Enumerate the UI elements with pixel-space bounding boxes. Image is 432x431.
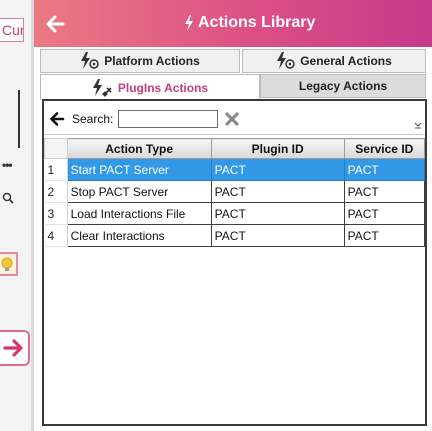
row-number: 3 (44, 202, 68, 225)
cell-action-type[interactable]: Clear Interactions (66, 224, 212, 247)
cell-service-id[interactable]: PACT (343, 224, 426, 247)
table-row[interactable]: 2 Stop PACT Server PACT PACT (44, 180, 426, 203)
lightning-gear-icon (81, 52, 99, 69)
search-toolbar: Search: (44, 101, 425, 135)
actions-library-panel: Actions Library Platform Actions General… (32, 0, 432, 431)
tab-plugins-actions[interactable]: PlugIns Actions (40, 74, 260, 100)
cell-service-id[interactable]: PACT (343, 158, 426, 181)
search-icon[interactable] (2, 192, 16, 206)
more-dots-icon[interactable]: ••• (2, 158, 13, 172)
column-header-action-type[interactable]: Action Type (66, 138, 212, 159)
cell-action-type[interactable]: Start PACT Server (66, 158, 212, 181)
arrow-left-icon[interactable] (49, 111, 65, 127)
background-tab[interactable]: Cur (0, 18, 24, 42)
tab-platform-actions-label: Platform Actions (104, 54, 200, 68)
actions-grid: Action Type Plugin ID Service ID 1 Start… (44, 138, 426, 247)
clear-search-icon[interactable] (224, 111, 240, 127)
table-row[interactable]: 4 Clear Interactions PACT PACT (44, 224, 426, 247)
expand-arrow-button[interactable] (0, 330, 30, 366)
column-header-plugin-id[interactable]: Plugin ID (210, 138, 345, 159)
search-input[interactable] (118, 110, 218, 128)
tab-general-actions[interactable]: General Actions (242, 49, 426, 73)
lightning-gear-icon (277, 52, 295, 69)
collapse-toggle-icon[interactable] (414, 121, 422, 129)
cell-action-type[interactable]: Stop PACT Server (66, 180, 212, 203)
lightbulb-icon[interactable] (0, 252, 18, 276)
cell-action-type[interactable]: Load Interactions File (66, 202, 212, 225)
grid-header-row: Action Type Plugin ID Service ID (44, 138, 426, 159)
actions-content-area: Search: Action Type Plugin ID Service ID… (42, 99, 427, 426)
cell-service-id[interactable]: PACT (343, 180, 426, 203)
column-header-service-id[interactable]: Service ID (343, 138, 426, 159)
search-label: Search: (72, 112, 114, 126)
tab-legacy-actions[interactable]: Legacy Actions (260, 74, 426, 98)
lightning-plug-icon (92, 78, 112, 97)
cell-plugin-id[interactable]: PACT (210, 202, 345, 225)
arrow-left-icon[interactable] (44, 13, 66, 35)
cell-service-id[interactable]: PACT (343, 202, 426, 225)
table-row[interactable]: 3 Load Interactions File PACT PACT (44, 202, 426, 225)
header-bar: Actions Library (34, 0, 432, 47)
panel-title: Actions Library (184, 14, 315, 32)
grid-corner[interactable] (44, 138, 68, 159)
cell-plugin-id[interactable]: PACT (210, 158, 345, 181)
panel-title-text: Actions Library (198, 14, 316, 31)
background-divider (18, 90, 20, 148)
row-number: 1 (44, 158, 68, 181)
cell-plugin-id[interactable]: PACT (210, 224, 345, 247)
tab-legacy-actions-label: Legacy Actions (298, 79, 388, 93)
lightning-icon (185, 15, 193, 31)
tab-plugins-actions-label: PlugIns Actions (117, 80, 209, 95)
row-number: 2 (44, 180, 68, 203)
tab-general-actions-label: General Actions (300, 54, 392, 68)
table-row[interactable]: 1 Start PACT Server PACT PACT (44, 158, 426, 181)
background-app-strip: Cur ••• (0, 0, 32, 431)
tab-platform-actions[interactable]: Platform Actions (40, 49, 240, 73)
cell-plugin-id[interactable]: PACT (210, 180, 345, 203)
row-number: 4 (44, 224, 68, 247)
background-tab-label: Cur (2, 22, 24, 38)
